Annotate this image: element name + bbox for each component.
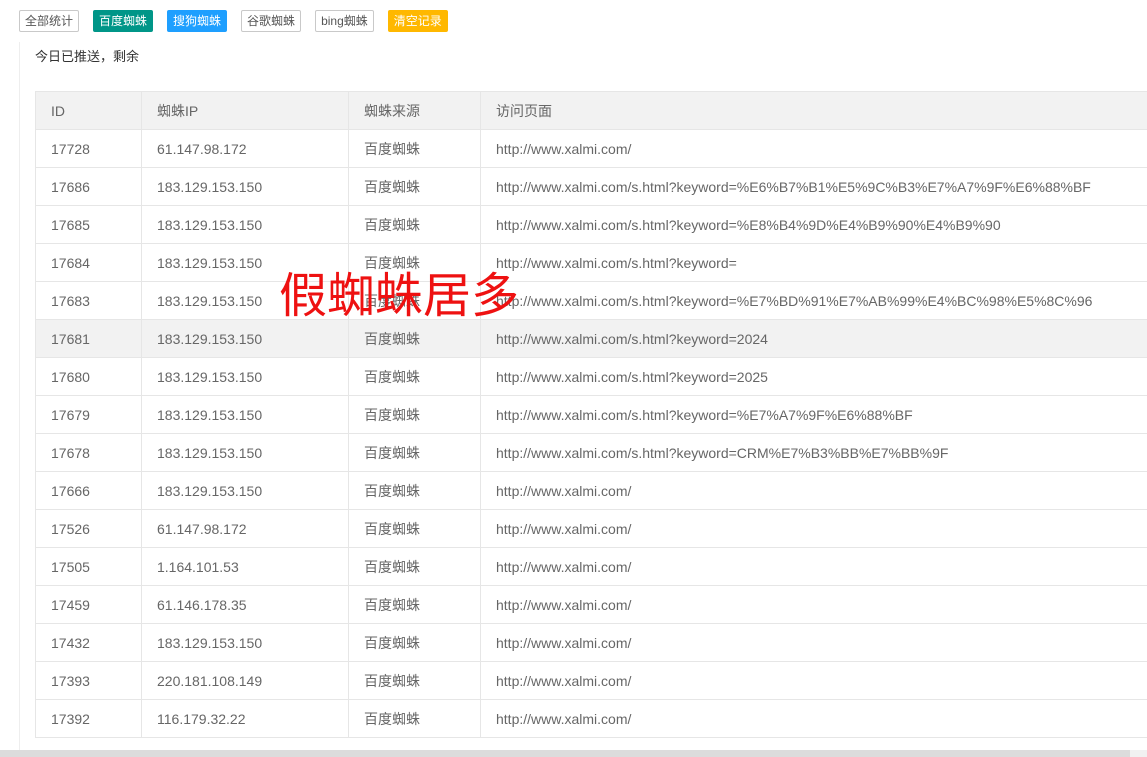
cell-spider-ip: 220.181.108.149 [141, 661, 349, 700]
google-spider-button[interactable]: 谷歌蜘蛛 [241, 10, 302, 32]
cell-spider-source: 百度蜘蛛 [348, 547, 481, 586]
table-body: 17728 61.147.98.172 百度蜘蛛 http://www.xalmi.c… [35, 129, 1147, 738]
cell-id: 17683 [35, 281, 142, 320]
cell-id: 17681 [35, 319, 142, 358]
table-row[interactable]: 17392 116.179.32.22 百度蜘蛛 http://www.xalmi.c… [35, 699, 1147, 738]
cell-visited-page: http://www.xalmi.com/s.html?keyword=2024 [480, 319, 1147, 358]
cell-id: 17526 [35, 509, 142, 548]
cell-id: 17679 [35, 395, 142, 434]
table-row[interactable]: 17678 183.129.153.150 百度蜘蛛 http://www.xalmi… [35, 433, 1147, 472]
content-divider [19, 42, 20, 750]
cell-visited-page: http://www.xalmi.com/s.html?keyword= [480, 243, 1147, 282]
cell-visited-page: http://www.xalmi.com/s.html?keyword=%E8%… [480, 205, 1147, 244]
cell-spider-ip: 61.147.98.172 [141, 129, 349, 168]
cell-visited-page: http://www.xalmi.com/ [480, 129, 1147, 168]
cell-visited-page: http://www.xalmi.com/ [480, 547, 1147, 586]
cell-spider-source: 百度蜘蛛 [348, 433, 481, 472]
table-row[interactable]: 17666 183.129.153.150 百度蜘蛛 http://www.xalmi… [35, 471, 1147, 510]
table-row[interactable]: 17505 1.164.101.53 百度蜘蛛 http://www.xalmi.co… [35, 547, 1147, 586]
cell-id: 17505 [35, 547, 142, 586]
spider-log-table: ID 蜘蛛IP 蜘蛛来源 访问页面 17728 61.147.98.172 百度蜘蛛… [35, 91, 1147, 738]
push-notice: 今日已推送，剩余 [35, 49, 140, 64]
cell-id: 17678 [35, 433, 142, 472]
cell-visited-page: http://www.xalmi.com/s.html?keyword=%E7%… [480, 281, 1147, 320]
cell-spider-ip: 183.129.153.150 [141, 319, 349, 358]
table-row[interactable]: 17526 61.147.98.172 百度蜘蛛 http://www.xalmi.c… [35, 509, 1147, 548]
clear-records-button[interactable]: 清空记录 [387, 10, 448, 32]
cell-spider-ip: 61.146.178.35 [141, 585, 349, 624]
cell-spider-source: 百度蜘蛛 [348, 243, 481, 282]
cell-spider-source: 百度蜘蛛 [348, 129, 481, 168]
all-stats-button[interactable]: 全部统计 [19, 10, 80, 32]
cell-spider-ip: 183.129.153.150 [141, 395, 349, 434]
table-row[interactable]: 17432 183.129.153.150 百度蜘蛛 http://www.xalmi… [35, 623, 1147, 662]
cell-id: 17680 [35, 357, 142, 396]
cell-id: 17728 [35, 129, 142, 168]
table-row[interactable]: 17683 183.129.153.150 百度蜘蛛 http://www.xalmi… [35, 281, 1147, 320]
cell-spider-source: 百度蜘蛛 [348, 471, 481, 510]
cell-spider-source: 百度蜘蛛 [348, 585, 481, 624]
cell-spider-ip: 1.164.101.53 [141, 547, 349, 586]
scrollbar-thumb[interactable] [0, 750, 1130, 757]
cell-visited-page: http://www.xalmi.com/s.html?keyword=%E7%… [480, 395, 1147, 434]
cell-spider-source: 百度蜘蛛 [348, 319, 481, 358]
cell-visited-page: http://www.xalmi.com/ [480, 661, 1147, 700]
cell-visited-page: http://www.xalmi.com/ [480, 509, 1147, 548]
cell-visited-page: http://www.xalmi.com/s.html?keyword=%E6%… [480, 167, 1147, 206]
cell-id: 17432 [35, 623, 142, 662]
cell-visited-page: http://www.xalmi.com/s.html?keyword=CRM%… [480, 433, 1147, 472]
table-row[interactable]: 17684 183.129.153.150 百度蜘蛛 http://www.xalmi… [35, 243, 1147, 282]
cell-visited-page: http://www.xalmi.com/ [480, 623, 1147, 662]
cell-spider-ip: 183.129.153.150 [141, 243, 349, 282]
cell-spider-ip: 183.129.153.150 [141, 281, 349, 320]
cell-spider-source: 百度蜘蛛 [348, 281, 481, 320]
cell-id: 17666 [35, 471, 142, 510]
header-spider-ip: 蜘蛛IP [141, 91, 349, 130]
cell-visited-page: http://www.xalmi.com/s.html?keyword=2025 [480, 357, 1147, 396]
cell-spider-ip: 183.129.153.150 [141, 471, 349, 510]
table-row[interactable]: 17728 61.147.98.172 百度蜘蛛 http://www.xalmi.c… [35, 129, 1147, 168]
table-row[interactable]: 17680 183.129.153.150 百度蜘蛛 http://www.xalmi… [35, 357, 1147, 396]
cell-visited-page: http://www.xalmi.com/ [480, 471, 1147, 510]
cell-id: 17686 [35, 167, 142, 206]
header-visited-page: 访问页面 [480, 91, 1147, 130]
sogou-spider-button[interactable]: 搜狗蜘蛛 [167, 10, 228, 32]
cell-id: 17685 [35, 205, 142, 244]
header-id: ID [35, 91, 142, 130]
cell-visited-page: http://www.xalmi.com/ [480, 699, 1147, 738]
table-row[interactable]: 17393 220.181.108.149 百度蜘蛛 http://www.xalmi… [35, 661, 1147, 700]
cell-spider-source: 百度蜘蛛 [348, 699, 481, 738]
baidu-spider-button[interactable]: 百度蜘蛛 [93, 10, 154, 32]
cell-visited-page: http://www.xalmi.com/ [480, 585, 1147, 624]
cell-spider-ip: 61.147.98.172 [141, 509, 349, 548]
cell-spider-ip: 183.129.153.150 [141, 167, 349, 206]
horizontal-scrollbar[interactable] [0, 750, 1147, 757]
cell-spider-ip: 183.129.153.150 [141, 623, 349, 662]
header-spider-source: 蜘蛛来源 [348, 91, 481, 130]
cell-spider-source: 百度蜘蛛 [348, 661, 481, 700]
filter-toolbar: 全部统计 百度蜘蛛 搜狗蜘蛛 谷歌蜘蛛 bing蜘蛛 清空记录 [19, 10, 448, 32]
table-row[interactable]: 17459 61.146.178.35 百度蜘蛛 http://www.xalmi.c… [35, 585, 1147, 624]
cell-spider-ip: 183.129.153.150 [141, 357, 349, 396]
cell-spider-source: 百度蜘蛛 [348, 509, 481, 548]
cell-spider-source: 百度蜘蛛 [348, 357, 481, 396]
table-header-row: ID 蜘蛛IP 蜘蛛来源 访问页面 [35, 91, 1147, 130]
cell-spider-source: 百度蜘蛛 [348, 205, 481, 244]
cell-id: 17392 [35, 699, 142, 738]
table-row[interactable]: 17679 183.129.153.150 百度蜘蛛 http://www.xalmi… [35, 395, 1147, 434]
cell-spider-source: 百度蜘蛛 [348, 395, 481, 434]
cell-spider-source: 百度蜘蛛 [348, 167, 481, 206]
cell-spider-source: 百度蜘蛛 [348, 623, 481, 662]
table-row[interactable]: 17681 183.129.153.150 百度蜘蛛 http://www.xalmi… [35, 319, 1147, 358]
table-row[interactable]: 17686 183.129.153.150 百度蜘蛛 http://www.xalmi… [35, 167, 1147, 206]
bing-spider-button[interactable]: bing蜘蛛 [315, 10, 374, 32]
cell-spider-ip: 116.179.32.22 [141, 699, 349, 738]
cell-id: 17684 [35, 243, 142, 282]
cell-spider-ip: 183.129.153.150 [141, 433, 349, 472]
cell-spider-ip: 183.129.153.150 [141, 205, 349, 244]
cell-id: 17459 [35, 585, 142, 624]
cell-id: 17393 [35, 661, 142, 700]
table-row[interactable]: 17685 183.129.153.150 百度蜘蛛 http://www.xalmi… [35, 205, 1147, 244]
